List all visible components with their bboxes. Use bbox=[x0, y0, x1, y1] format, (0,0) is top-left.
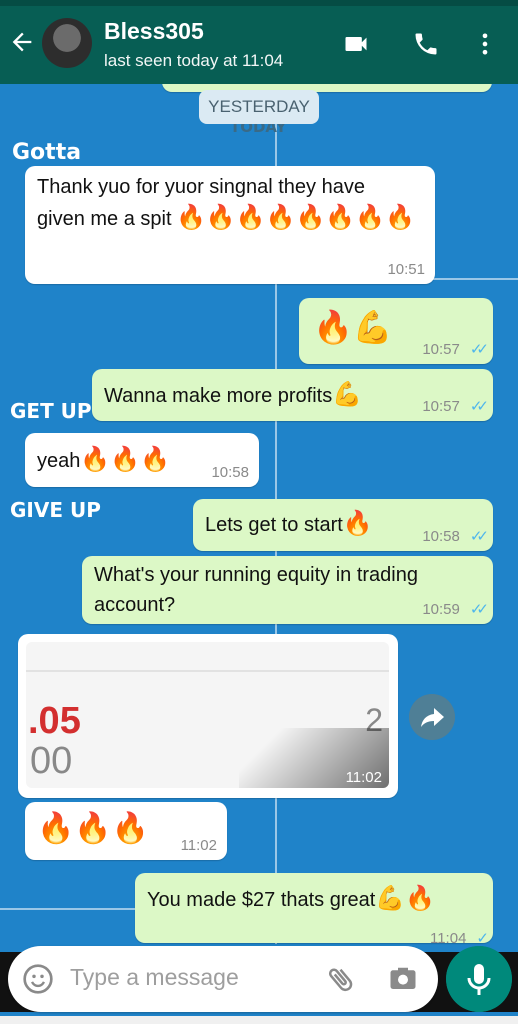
message-time: 11:02 bbox=[180, 837, 217, 854]
message-time: 10:59 bbox=[422, 600, 460, 618]
message-bubble-outgoing[interactable]: You made $27 thats great💪🔥 11:04 ✓ bbox=[135, 873, 493, 947]
message-time: 11:04 bbox=[429, 929, 467, 947]
message-text: Wanna make more profits bbox=[104, 385, 333, 407]
read-receipt-icon: ✓✓ bbox=[469, 341, 489, 358]
message-bubble-outgoing[interactable]: 🔥💪 10:57 ✓✓ bbox=[299, 298, 493, 364]
emoji-icon[interactable] bbox=[22, 963, 54, 995]
message-text: Lets get to start bbox=[205, 514, 343, 536]
attach-icon[interactable] bbox=[326, 964, 356, 994]
message-text: yeah bbox=[37, 450, 81, 472]
message-text: What's your running equity in trading ac… bbox=[94, 564, 418, 616]
message-bubble-incoming[interactable]: Thank yuo for yuor singnal they have giv… bbox=[25, 166, 435, 284]
message-time: 10:58 bbox=[422, 527, 460, 545]
back-arrow-icon[interactable] bbox=[8, 28, 36, 56]
fire-emoji: 🔥🔥🔥 bbox=[80, 445, 171, 473]
video-call-icon[interactable] bbox=[340, 30, 372, 58]
chat-header: Bless305 last seen today at 11:04 bbox=[0, 0, 518, 84]
read-receipt-icon: ✓ bbox=[476, 930, 488, 947]
fire-flex-emoji: 🔥💪 bbox=[313, 308, 393, 346]
fire-emoji: 🔥🔥🔥🔥🔥🔥🔥🔥 bbox=[175, 203, 416, 231]
avatar[interactable] bbox=[42, 18, 92, 68]
message-bubble-outgoing[interactable]: Wanna make more profits💪 10:57 ✓✓ bbox=[92, 369, 493, 421]
read-receipt-icon: ✓✓ bbox=[469, 601, 489, 618]
read-receipt-icon: ✓✓ bbox=[469, 528, 489, 545]
message-bubble-outgoing[interactable]: Lets get to start🔥 10:58 ✓✓ bbox=[193, 499, 493, 551]
image-value-b: 00 bbox=[30, 740, 73, 782]
camera-icon[interactable] bbox=[388, 964, 418, 994]
read-receipt-icon: ✓✓ bbox=[469, 398, 489, 415]
image-message[interactable]: .05 00 2 11:02 bbox=[18, 634, 398, 798]
message-bubble-outgoing[interactable]: What's your running equity in trading ac… bbox=[82, 556, 493, 624]
wallpaper-text-give-up: GIVE UP bbox=[10, 498, 101, 522]
forward-icon[interactable] bbox=[409, 694, 455, 740]
date-chip: YESTERDAY bbox=[199, 90, 319, 124]
mic-icon[interactable] bbox=[446, 946, 512, 1012]
system-nav-bar bbox=[0, 1016, 518, 1024]
message-time: 10:51 bbox=[387, 261, 425, 278]
message-bubble-incoming[interactable]: yeah🔥🔥🔥 10:58 bbox=[25, 433, 259, 487]
status-bar bbox=[0, 0, 518, 6]
wallpaper-line bbox=[0, 908, 140, 910]
phone-icon[interactable] bbox=[410, 30, 442, 58]
message-bubble-incoming[interactable]: 🔥🔥🔥 11:02 bbox=[25, 802, 227, 860]
message-input-bar[interactable]: Type a message bbox=[8, 946, 438, 1012]
image-divider bbox=[26, 670, 389, 672]
flex-emoji: 💪 bbox=[332, 380, 363, 408]
message-time: 10:58 bbox=[211, 464, 249, 481]
fire-emoji: 🔥🔥🔥 bbox=[37, 811, 150, 846]
flex-fire-emoji: 💪🔥 bbox=[375, 884, 436, 912]
message-time: 10:57 bbox=[422, 340, 460, 358]
more-vert-icon[interactable] bbox=[470, 30, 500, 58]
message-time: 10:57 bbox=[422, 397, 460, 415]
message-time: 11:02 bbox=[345, 769, 382, 786]
contact-name[interactable]: Bless305 bbox=[104, 18, 204, 45]
image-value-a: .05 bbox=[28, 700, 81, 742]
message-text: You made $27 thats great bbox=[147, 889, 376, 911]
message-input-placeholder[interactable]: Type a message bbox=[70, 964, 239, 991]
image-attachment[interactable]: .05 00 2 bbox=[26, 642, 389, 788]
last-seen-status: last seen today at 11:04 bbox=[104, 51, 284, 70]
fire-emoji: 🔥 bbox=[342, 509, 373, 537]
wallpaper-text-get-up: GET UP bbox=[10, 399, 92, 423]
wallpaper-text-gotta: Gotta bbox=[12, 140, 82, 165]
